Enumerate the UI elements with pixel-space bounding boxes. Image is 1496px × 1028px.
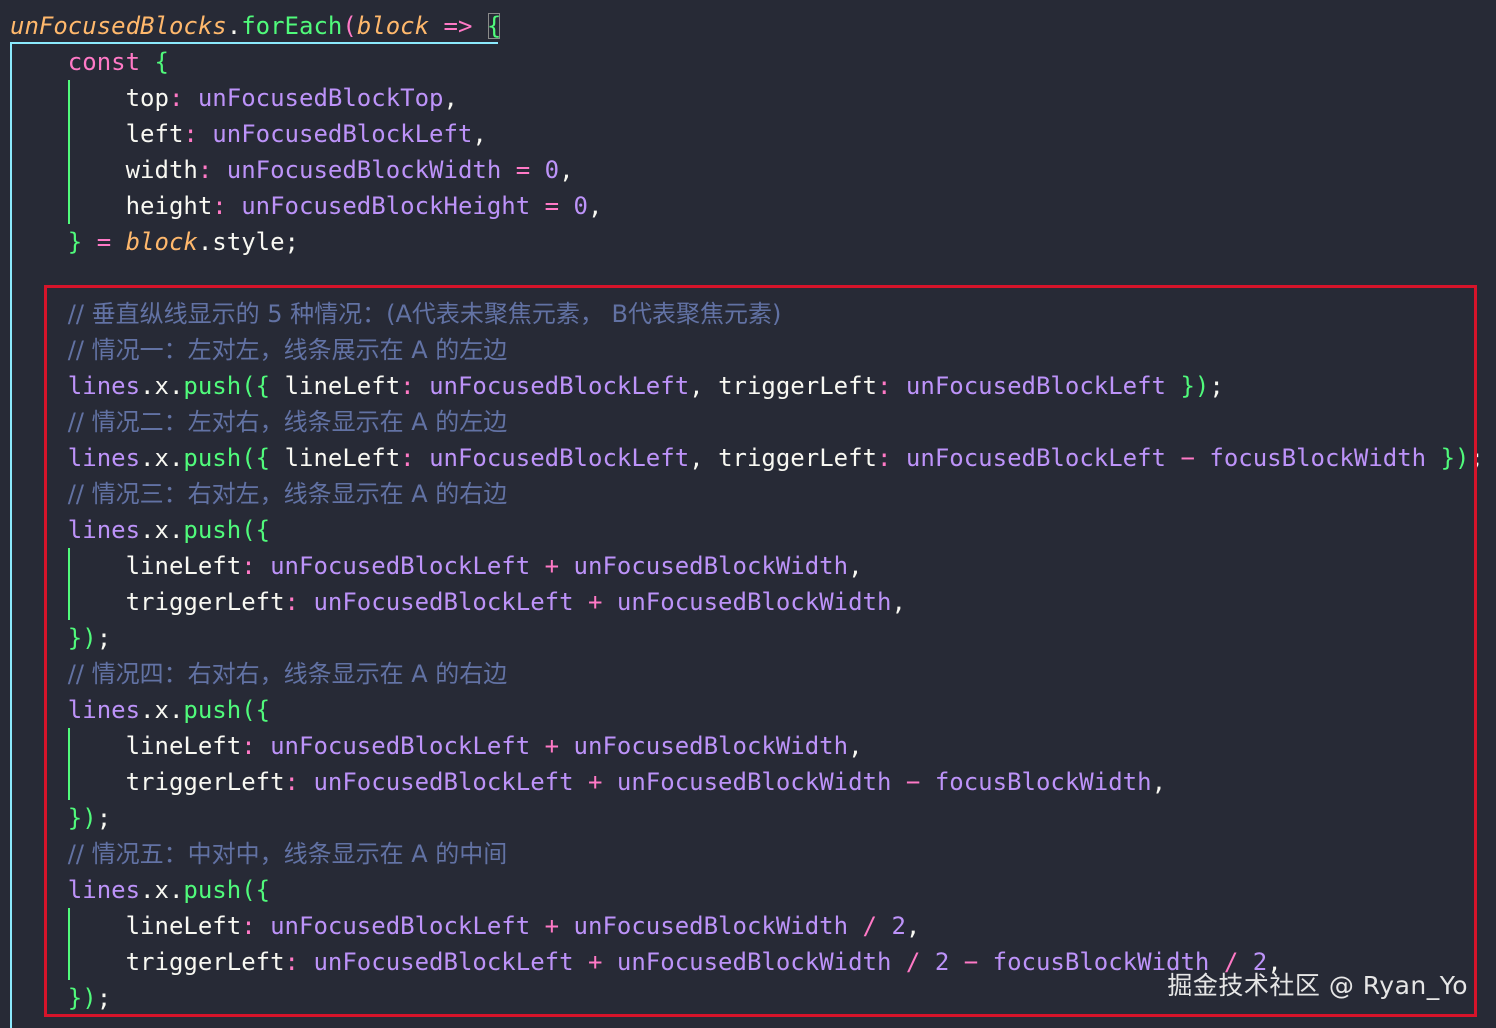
code-token: unFocusedBlockWidth xyxy=(226,156,502,184)
code-token: top xyxy=(125,84,169,112)
destructure-indent-guide xyxy=(68,80,70,224)
code-token: unFocusedBlockLeft xyxy=(212,120,473,148)
code-token: .style; xyxy=(197,228,300,256)
code-token: , xyxy=(588,192,603,220)
code-token: : xyxy=(168,84,198,112)
code-token: . xyxy=(226,12,242,40)
code-token: : xyxy=(183,120,213,148)
code-token: block xyxy=(356,12,430,40)
code-token: = xyxy=(501,156,545,184)
code-token: const xyxy=(67,48,155,76)
code-token: = xyxy=(82,228,126,256)
watermark: 掘金技术社区 @ Ryan_Yo xyxy=(1167,971,1468,1000)
code-token: left xyxy=(125,120,184,148)
code-token: height xyxy=(125,192,213,220)
code-line: unFocusedBlocks.forEach(block => { xyxy=(10,8,501,44)
code-token: { xyxy=(486,12,502,40)
code-token: , xyxy=(559,156,574,184)
code-token: } xyxy=(67,228,83,256)
code-token: 0 xyxy=(544,156,560,184)
clipped-previous-line xyxy=(0,0,1496,4)
code-token: width xyxy=(125,156,198,184)
code-token: unFocusedBlocks xyxy=(10,12,227,40)
code-token: 0 xyxy=(573,192,588,220)
code-token: block xyxy=(125,228,198,256)
code-line: } = block.style; xyxy=(68,224,299,260)
code-line: width: unFocusedBlockWidth = 0, xyxy=(126,152,574,188)
code-token: unFocusedBlockHeight xyxy=(241,192,531,220)
code-token: forEach xyxy=(241,12,343,40)
code-token: = xyxy=(530,192,574,220)
code-line: const { xyxy=(68,44,169,80)
code-token: { xyxy=(154,48,169,76)
highlight-annotation-box xyxy=(44,285,1477,1017)
code-token: ( xyxy=(342,12,357,40)
code-token: => xyxy=(429,12,487,40)
code-token: unFocusedBlockTop xyxy=(197,84,444,112)
code-token: : xyxy=(197,156,227,184)
code-editor[interactable]: unFocusedBlocks.forEach(block => {const … xyxy=(0,0,1496,1028)
code-line: left: unFocusedBlockLeft, xyxy=(126,116,487,152)
code-token: , xyxy=(472,120,487,148)
code-line: height: unFocusedBlockHeight = 0, xyxy=(126,188,603,224)
outer-indent-guide xyxy=(10,42,12,1028)
code-token: , xyxy=(443,84,458,112)
code-token: : xyxy=(212,192,242,220)
code-line: top: unFocusedBlockTop, xyxy=(126,80,458,116)
